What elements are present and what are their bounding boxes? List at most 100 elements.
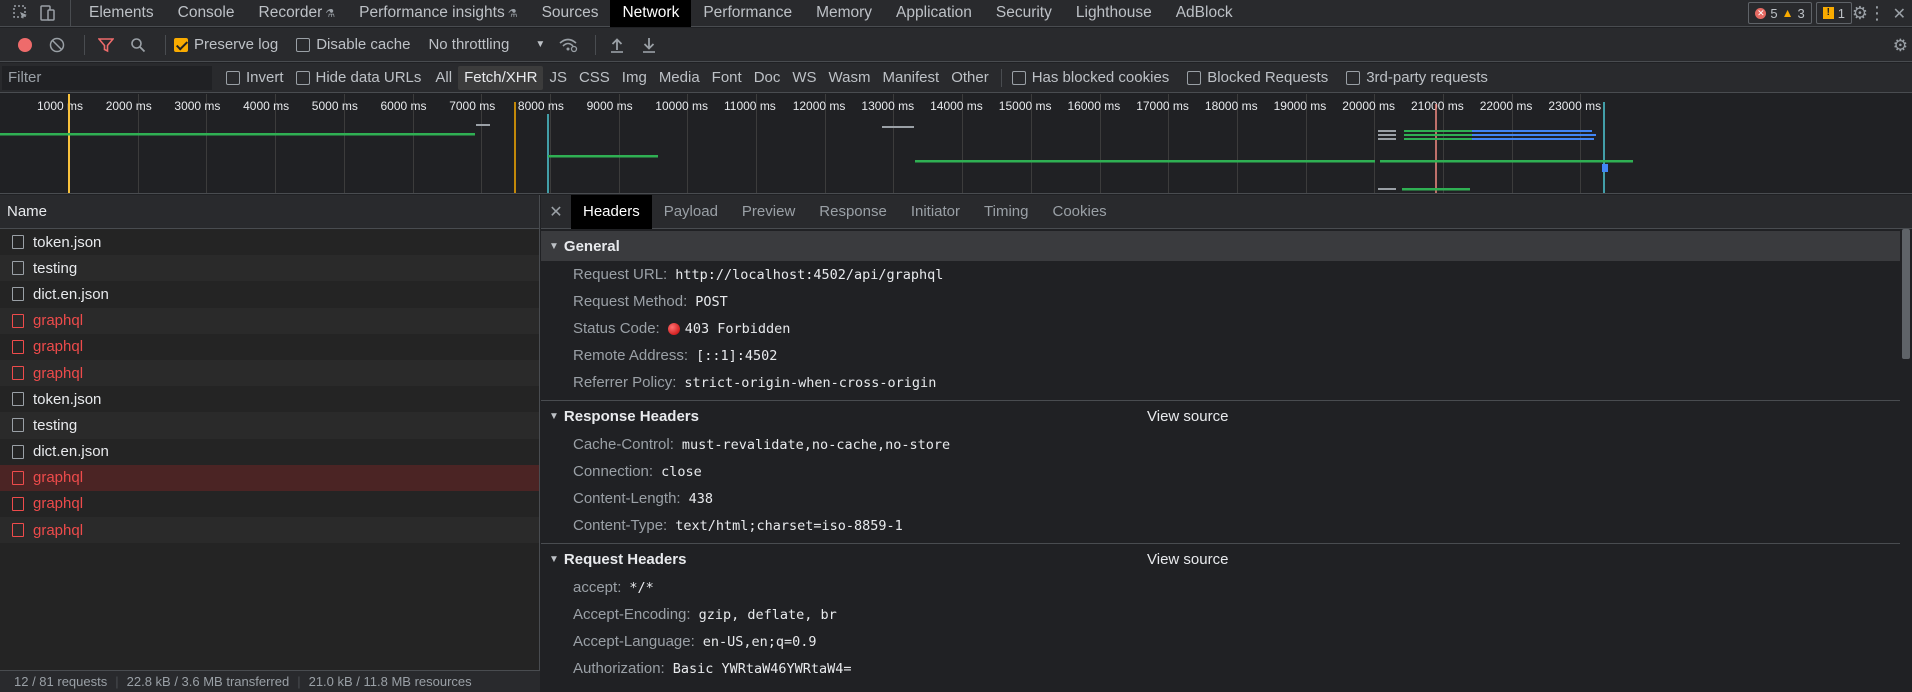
tab-memory[interactable]: Memory xyxy=(804,0,884,27)
filter-type-doc[interactable]: Doc xyxy=(748,66,787,90)
issue-badges[interactable]: ✕ 5 ▲ 3 ! 1 xyxy=(1748,2,1852,24)
request-row[interactable]: graphql xyxy=(0,464,539,491)
record-button[interactable] xyxy=(12,32,38,58)
hide-data-urls-checkbox[interactable]: Hide data URLs xyxy=(295,69,421,86)
filter-type-wasm[interactable]: Wasm xyxy=(823,66,877,90)
blocked-requests-checkbox[interactable]: Blocked Requests xyxy=(1187,69,1328,86)
header-value[interactable]: [::1]:4502 xyxy=(696,348,777,364)
details-tab-initiator[interactable]: Initiator xyxy=(899,195,972,229)
inspect-element-icon[interactable] xyxy=(8,0,34,27)
request-row[interactable]: graphql xyxy=(0,307,539,334)
blocked-cookies-check[interactable] xyxy=(1011,70,1026,85)
request-details-panel: ✕ Headers Payload Preview Response Initiator… xyxy=(541,194,1912,692)
filter-type-font[interactable]: Font xyxy=(706,66,748,90)
tab-sources[interactable]: Sources xyxy=(530,0,611,27)
filter-type-other[interactable]: Other xyxy=(945,66,995,90)
request-row[interactable]: token.json xyxy=(0,386,539,412)
request-row[interactable]: graphql xyxy=(0,359,539,387)
filter-type-img[interactable]: Img xyxy=(616,66,653,90)
blocked-cookies-checkbox[interactable]: Has blocked cookies xyxy=(1011,69,1169,86)
request-row[interactable]: graphql xyxy=(0,491,539,517)
preserve-log-check[interactable] xyxy=(174,37,188,52)
blocked-requests-check[interactable] xyxy=(1187,70,1202,85)
error-badge[interactable]: ✕ 5 ▲ 3 xyxy=(1748,2,1812,24)
issues-badge[interactable]: ! 1 xyxy=(1815,2,1852,24)
tab-application[interactable]: Application xyxy=(884,0,984,27)
details-tab-response[interactable]: Response xyxy=(807,195,899,229)
header-value[interactable]: POST xyxy=(695,294,728,310)
request-row[interactable]: dict.en.json xyxy=(0,439,539,465)
hide-data-urls-check[interactable] xyxy=(295,70,310,85)
header-value[interactable]: 438 xyxy=(689,491,713,507)
tab-lighthouse[interactable]: Lighthouse xyxy=(1064,0,1164,27)
response-view-source-link[interactable]: View source xyxy=(1147,408,1228,425)
general-section-header[interactable]: ▼ General xyxy=(541,231,1912,261)
request-headers-section-header[interactable]: ▼ Request Headers View source xyxy=(541,544,1912,574)
filter-type-media[interactable]: Media xyxy=(653,66,706,90)
header-value[interactable]: Basic YWRtaW46YWRtaW4= xyxy=(673,661,852,677)
header-value[interactable]: strict-origin-when-cross-origin xyxy=(684,375,936,391)
invert-check[interactable] xyxy=(226,70,240,85)
header-value[interactable]: must-revalidate,no-cache,no-store xyxy=(682,437,950,453)
name-column-header[interactable]: Name xyxy=(0,195,539,229)
request-row[interactable]: testing xyxy=(0,255,539,282)
network-settings-gear-icon[interactable]: ⚙ xyxy=(1893,32,1908,59)
request-row[interactable]: graphql xyxy=(0,517,539,544)
third-party-check[interactable] xyxy=(1346,70,1361,85)
third-party-checkbox[interactable]: 3rd-party requests xyxy=(1346,69,1488,86)
details-tab-headers[interactable]: Headers xyxy=(571,194,652,229)
preserve-log-checkbox[interactable]: Preserve log xyxy=(174,36,278,53)
header-value[interactable]: 403 Forbidden xyxy=(685,321,791,337)
request-row[interactable]: graphql xyxy=(0,334,539,360)
header-value[interactable]: close xyxy=(661,464,702,480)
tab-label: Recorder xyxy=(258,3,323,21)
more-options-icon[interactable]: ⋮ xyxy=(1868,0,1886,27)
search-button[interactable] xyxy=(125,32,151,58)
import-har-button[interactable] xyxy=(604,32,630,58)
details-tab-payload[interactable]: Payload xyxy=(652,195,730,229)
request-row[interactable]: dict.en.json xyxy=(0,281,539,307)
filter-type-fetchxhr[interactable]: Fetch/XHR xyxy=(458,65,544,90)
filter-type-css[interactable]: CSS xyxy=(573,66,616,90)
filter-type-all[interactable]: All xyxy=(429,66,458,90)
header-value[interactable]: text/html;charset=iso-8859-1 xyxy=(675,518,903,534)
details-tab-cookies[interactable]: Cookies xyxy=(1040,195,1118,229)
invert-checkbox[interactable]: Invert xyxy=(226,69,284,86)
settings-gear-icon[interactable]: ⚙ xyxy=(1852,0,1868,27)
tab-performance[interactable]: Performance xyxy=(691,0,804,27)
filter-button[interactable] xyxy=(93,32,119,58)
network-conditions-button[interactable] xyxy=(555,32,581,58)
response-headers-section-header[interactable]: ▼ Response Headers View source xyxy=(541,401,1912,431)
filter-type-js[interactable]: JS xyxy=(543,66,573,90)
tab-console[interactable]: Console xyxy=(166,0,247,27)
tab-elements[interactable]: Elements xyxy=(77,0,166,27)
export-har-button[interactable] xyxy=(636,32,662,58)
details-tab-timing[interactable]: Timing xyxy=(972,195,1040,229)
scrollbar-thumb[interactable] xyxy=(1902,229,1910,359)
tab-security[interactable]: Security xyxy=(984,0,1064,27)
close-devtools-icon[interactable]: ✕ xyxy=(1893,0,1906,27)
tab-performance-insights[interactable]: Performance insights ⚗ xyxy=(347,0,529,27)
details-scrollbar[interactable] xyxy=(1900,229,1912,692)
header-value[interactable]: gzip, deflate, br xyxy=(699,607,837,623)
network-overview-timeline[interactable]: 1000 ms 2000 ms 3000 ms 4000 ms 5000 ms 6000 … xyxy=(0,94,1912,194)
request-row[interactable]: testing xyxy=(0,412,539,439)
request-view-source-link[interactable]: View source xyxy=(1147,551,1228,568)
header-value[interactable]: http://localhost:4502/api/graphql xyxy=(675,267,943,283)
tab-adblock[interactable]: AdBlock xyxy=(1164,0,1245,27)
device-toolbar-icon[interactable] xyxy=(34,0,60,27)
details-tab-preview[interactable]: Preview xyxy=(730,195,807,229)
close-details-icon[interactable]: ✕ xyxy=(541,202,571,222)
tab-network[interactable]: Network xyxy=(610,0,692,27)
tab-recorder[interactable]: Recorder ⚗ xyxy=(247,0,348,27)
filter-input[interactable] xyxy=(2,65,212,90)
disable-cache-checkbox[interactable]: Disable cache xyxy=(296,36,410,53)
disable-cache-check[interactable] xyxy=(296,37,311,52)
header-value[interactable]: en-US,en;q=0.9 xyxy=(703,634,817,650)
header-value[interactable]: */* xyxy=(629,580,653,596)
clear-button[interactable] xyxy=(44,32,70,58)
request-row[interactable]: token.json xyxy=(0,229,539,255)
throttling-select[interactable]: No throttling ▼ xyxy=(428,36,545,53)
filter-type-manifest[interactable]: Manifest xyxy=(877,66,946,90)
filter-type-ws[interactable]: WS xyxy=(786,66,822,90)
